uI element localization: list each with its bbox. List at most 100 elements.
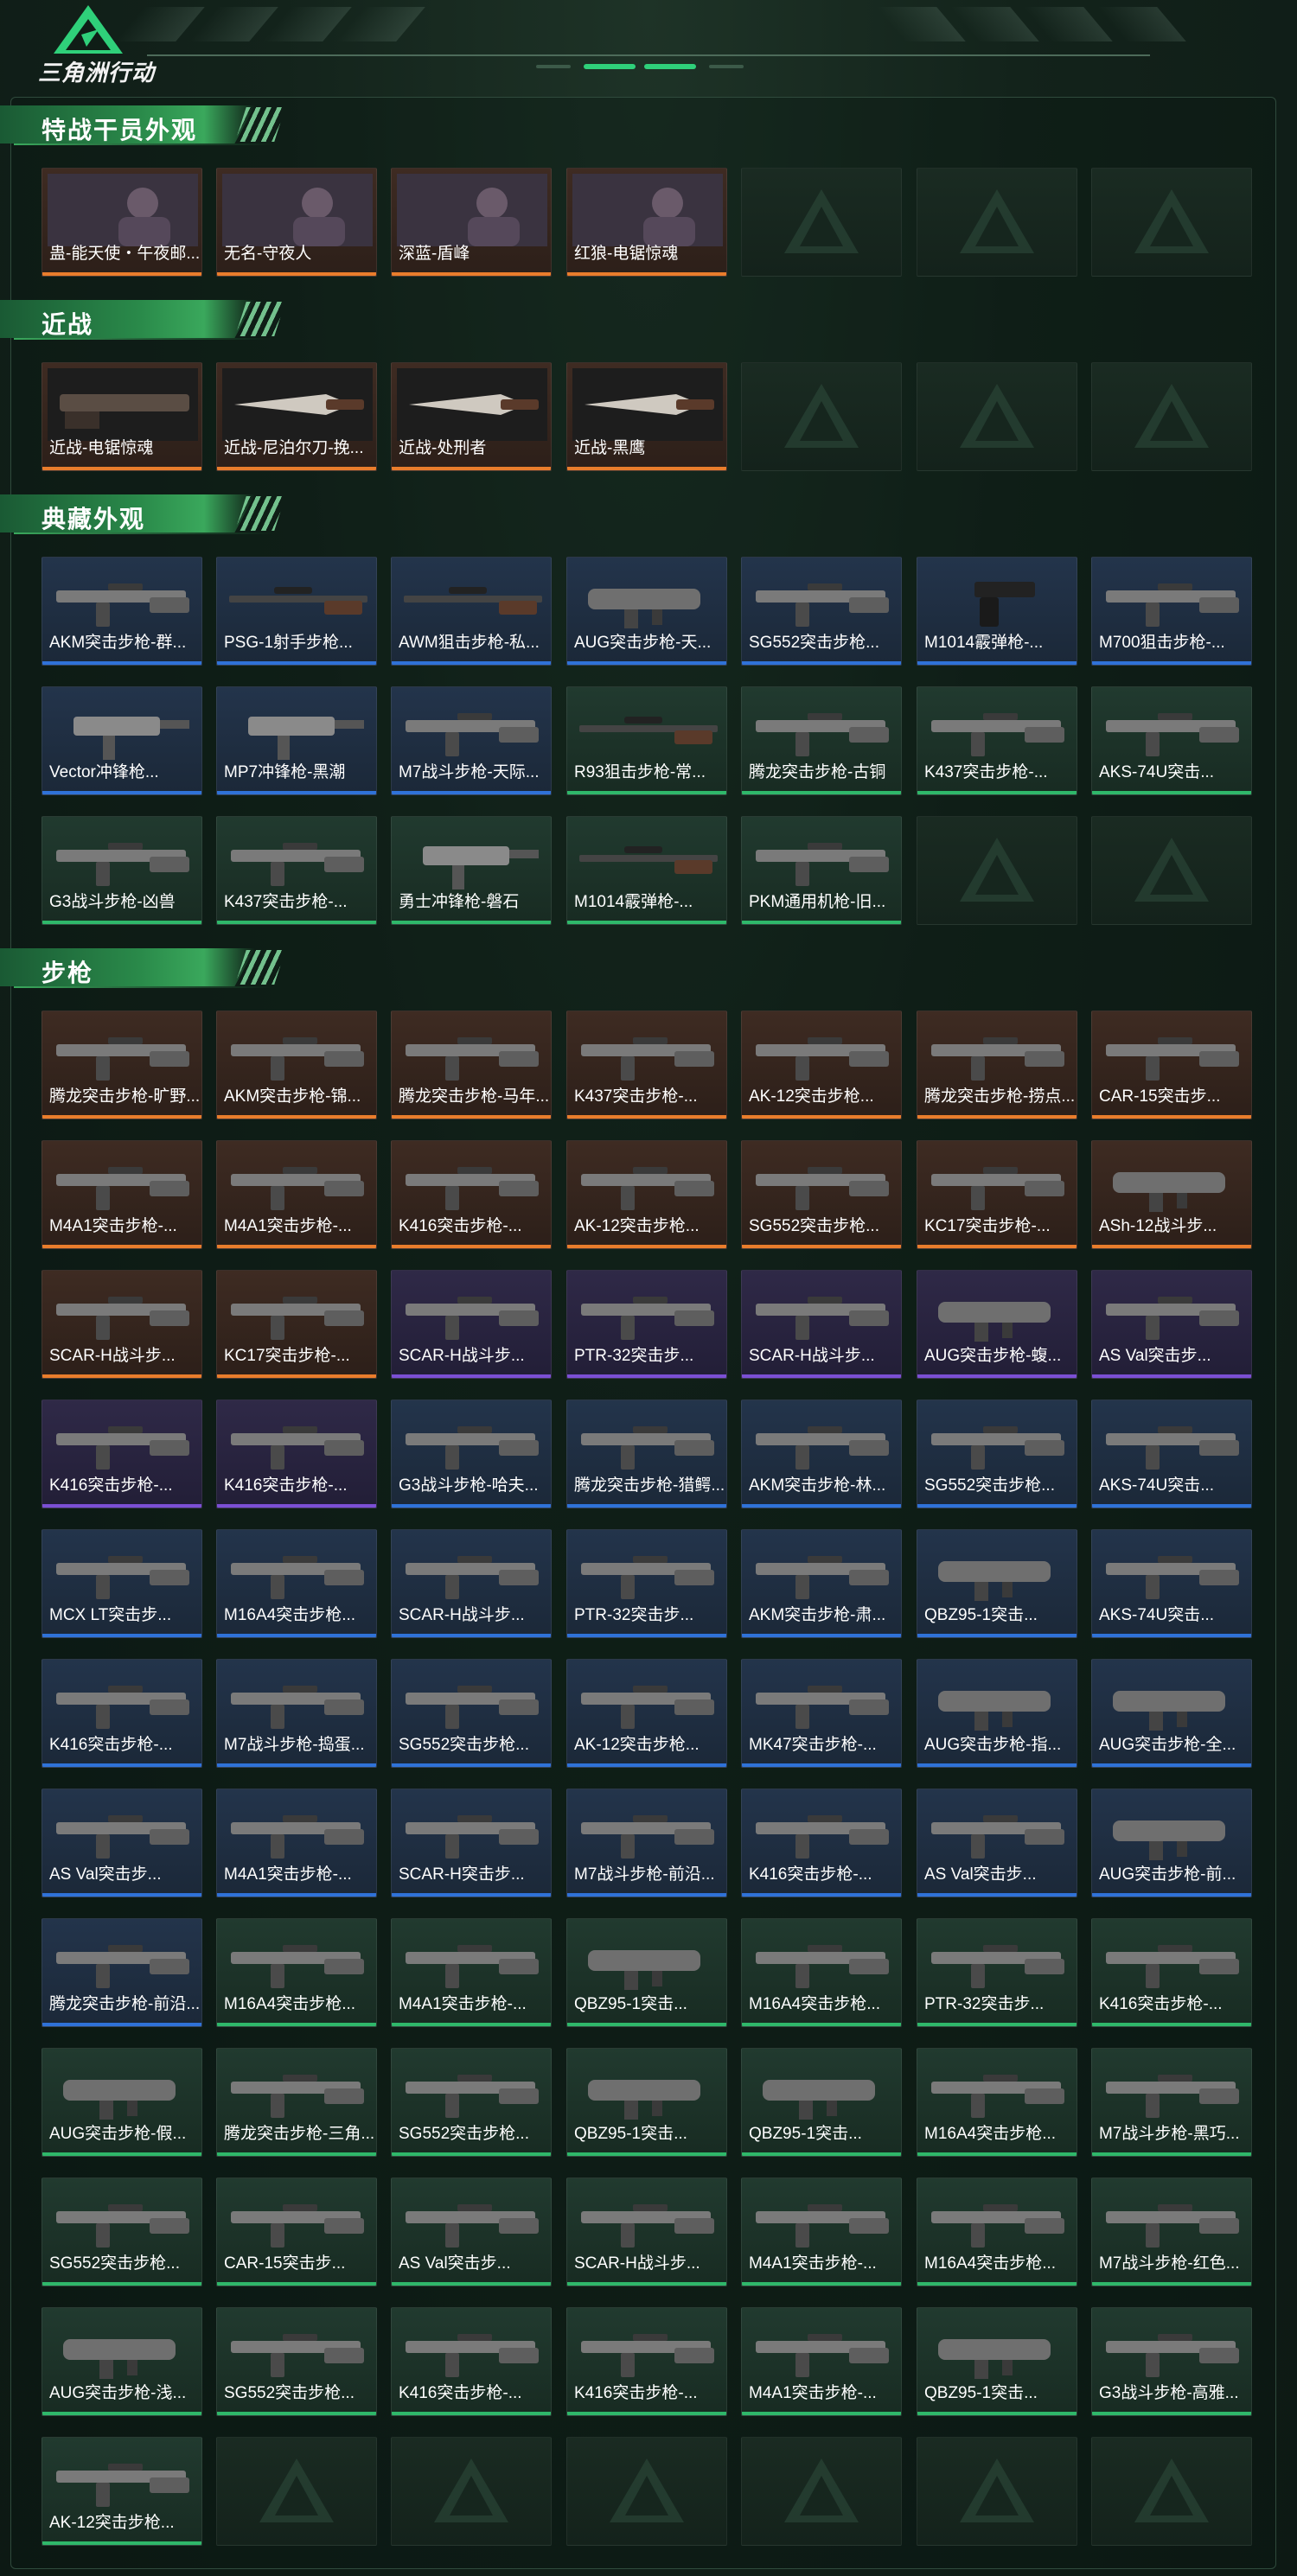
skin-card[interactable]: QBZ95-1突击... <box>917 1529 1077 1638</box>
skin-card[interactable]: QBZ95-1突击... <box>741 2048 902 2157</box>
skin-card[interactable]: SCAR-H战斗步... <box>42 1270 202 1379</box>
skin-card[interactable]: 无名-守夜人 <box>216 168 377 277</box>
skin-card[interactable]: QBZ95-1突击... <box>566 2048 727 2157</box>
skin-card[interactable]: 近战-电锯惊魂 <box>42 362 202 471</box>
skin-card[interactable]: SCAR-H战斗步... <box>566 2177 727 2286</box>
skin-card[interactable]: 近战-处刑者 <box>391 362 552 471</box>
skin-card[interactable]: QBZ95-1突击... <box>917 2307 1077 2416</box>
skin-card[interactable]: MP7冲锋枪-黑潮 <box>216 686 377 795</box>
skin-card[interactable]: K416突击步枪-... <box>42 1400 202 1508</box>
skin-card[interactable]: SCAR-H突击步... <box>391 1789 552 1897</box>
skin-card[interactable]: PTR-32突击步... <box>917 1918 1077 2027</box>
skin-card[interactable]: MCX LT突击步... <box>42 1529 202 1638</box>
skin-card[interactable]: SCAR-H战斗步... <box>391 1270 552 1379</box>
skin-card[interactable]: AS Val突击步... <box>917 1789 1077 1897</box>
skin-card[interactable]: AUG突击步枪-前... <box>1091 1789 1252 1897</box>
skin-card[interactable]: M7战斗步枪-前沿... <box>566 1789 727 1897</box>
skin-card[interactable]: KC17突击步枪-... <box>917 1140 1077 1249</box>
skin-card[interactable]: M16A4突击步枪... <box>741 1918 902 2027</box>
skin-card[interactable]: K437突击步枪-... <box>566 1011 727 1119</box>
skin-card[interactable]: 腾龙突击步枪-猎鳄... <box>566 1400 727 1508</box>
skin-card[interactable]: AS Val突击步... <box>1091 1270 1252 1379</box>
skin-card[interactable]: SG552突击步枪... <box>741 557 902 666</box>
skin-card[interactable]: M1014霰弹枪-... <box>566 816 727 925</box>
skin-card[interactable]: AK-12突击步枪... <box>566 1140 727 1249</box>
skin-card[interactable]: G3战斗步枪-哈夫... <box>391 1400 552 1508</box>
skin-card[interactable]: SCAR-H战斗步... <box>741 1270 902 1379</box>
skin-card[interactable]: CAR-15突击步... <box>216 2177 377 2286</box>
skin-card[interactable]: SG552突击步枪... <box>391 2048 552 2157</box>
skin-card[interactable]: SG552突击步枪... <box>391 1659 552 1768</box>
skin-card[interactable]: PSG-1射手步枪... <box>216 557 377 666</box>
skin-card[interactable]: AUG突击步枪-假... <box>42 2048 202 2157</box>
skin-card[interactable]: AUG突击步枪-蝮... <box>917 1270 1077 1379</box>
skin-card[interactable]: M7战斗步枪-红色... <box>1091 2177 1252 2286</box>
skin-card[interactable]: 勇士冲锋枪-磐石 <box>391 816 552 925</box>
skin-card[interactable]: K416突击步枪-... <box>391 1140 552 1249</box>
skin-card[interactable]: M16A4突击步枪... <box>216 1918 377 2027</box>
skin-card[interactable]: MK47突击步枪-... <box>741 1659 902 1768</box>
skin-card[interactable]: M4A1突击步枪-... <box>42 1140 202 1249</box>
skin-card[interactable]: AKM突击步枪-锦... <box>216 1011 377 1119</box>
skin-card[interactable]: QBZ95-1突击... <box>566 1918 727 2027</box>
skin-card[interactable]: K416突击步枪-... <box>741 1789 902 1897</box>
skin-card[interactable]: SG552突击步枪... <box>42 2177 202 2286</box>
skin-card[interactable]: KC17突击步枪-... <box>216 1270 377 1379</box>
skin-card[interactable]: R93狙击步枪-常... <box>566 686 727 795</box>
skin-card[interactable]: K416突击步枪-... <box>391 2307 552 2416</box>
skin-card[interactable]: Vector冲锋枪... <box>42 686 202 795</box>
skin-card[interactable]: AS Val突击步... <box>42 1789 202 1897</box>
skin-card[interactable]: M4A1突击步枪-... <box>741 2177 902 2286</box>
skin-card[interactable]: M4A1突击步枪-... <box>391 1918 552 2027</box>
skin-card[interactable]: M7战斗步枪-天际... <box>391 686 552 795</box>
skin-card[interactable]: AKM突击步枪-林... <box>741 1400 902 1508</box>
skin-card[interactable]: 腾龙突击步枪-捞点... <box>917 1011 1077 1119</box>
skin-card[interactable]: 腾龙突击步枪-旷野... <box>42 1011 202 1119</box>
skin-card[interactable]: AKS-74U突击... <box>1091 1529 1252 1638</box>
skin-card[interactable]: M4A1突击步枪-... <box>216 1140 377 1249</box>
skin-card[interactable]: K416突击步枪-... <box>42 1659 202 1768</box>
skin-card[interactable]: K416突击步枪-... <box>566 2307 727 2416</box>
skin-card[interactable]: SG552突击步枪... <box>917 1400 1077 1508</box>
skin-card[interactable]: M4A1突击步枪-... <box>216 1789 377 1897</box>
skin-card[interactable]: AS Val突击步... <box>391 2177 552 2286</box>
skin-card[interactable]: M16A4突击步枪... <box>917 2177 1077 2286</box>
skin-card[interactable]: K416突击步枪-... <box>216 1400 377 1508</box>
skin-card[interactable]: 近战-黑鹰 <box>566 362 727 471</box>
skin-card[interactable]: CAR-15突击步... <box>1091 1011 1252 1119</box>
skin-card[interactable]: SG552突击步枪... <box>216 2307 377 2416</box>
skin-card[interactable]: M16A4突击步枪... <box>917 2048 1077 2157</box>
skin-card[interactable]: AUG突击步枪-浅... <box>42 2307 202 2416</box>
skin-card[interactable]: K437突击步枪-... <box>216 816 377 925</box>
skin-card[interactable]: PTR-32突击步... <box>566 1270 727 1379</box>
skin-card[interactable]: AWM狙击步枪-私... <box>391 557 552 666</box>
skin-card[interactable]: M1014霰弹枪-... <box>917 557 1077 666</box>
skin-card[interactable]: AUG突击步枪-指... <box>917 1659 1077 1768</box>
skin-card[interactable]: AUG突击步枪-天... <box>566 557 727 666</box>
skin-card[interactable]: AUG突击步枪-全... <box>1091 1659 1252 1768</box>
skin-card[interactable]: M7战斗步枪-捣蛋... <box>216 1659 377 1768</box>
skin-card[interactable]: 近战-尼泊尔刀-挽... <box>216 362 377 471</box>
skin-card[interactable]: M700狙击步枪-... <box>1091 557 1252 666</box>
skin-card[interactable]: 蛊-能天使・午夜邮... <box>42 168 202 277</box>
skin-card[interactable]: AK-12突击步枪... <box>42 2437 202 2546</box>
skin-card[interactable]: AKS-74U突击... <box>1091 686 1252 795</box>
skin-card[interactable]: M16A4突击步枪... <box>216 1529 377 1638</box>
skin-card[interactable]: 红狼-电锯惊魂 <box>566 168 727 277</box>
skin-card[interactable]: AKM突击步枪-肃... <box>741 1529 902 1638</box>
skin-card[interactable]: 深蓝-盾峰 <box>391 168 552 277</box>
skin-card[interactable]: G3战斗步枪-凶兽 <box>42 816 202 925</box>
skin-card[interactable]: AKM突击步枪-群... <box>42 557 202 666</box>
skin-card[interactable]: M4A1突击步枪-... <box>741 2307 902 2416</box>
skin-card[interactable]: AK-12突击步枪... <box>741 1011 902 1119</box>
skin-card[interactable]: G3战斗步枪-高雅... <box>1091 2307 1252 2416</box>
skin-card[interactable]: PTR-32突击步... <box>566 1529 727 1638</box>
skin-card[interactable]: K416突击步枪-... <box>1091 1918 1252 2027</box>
skin-card[interactable]: K437突击步枪-... <box>917 686 1077 795</box>
skin-card[interactable]: ASh-12战斗步... <box>1091 1140 1252 1249</box>
skin-card[interactable]: 腾龙突击步枪-古铜 <box>741 686 902 795</box>
skin-card[interactable]: SG552突击步枪... <box>741 1140 902 1249</box>
skin-card[interactable]: 腾龙突击步枪-前沿... <box>42 1918 202 2027</box>
skin-card[interactable]: 腾龙突击步枪-三角... <box>216 2048 377 2157</box>
skin-card[interactable]: PKM通用机枪-旧... <box>741 816 902 925</box>
